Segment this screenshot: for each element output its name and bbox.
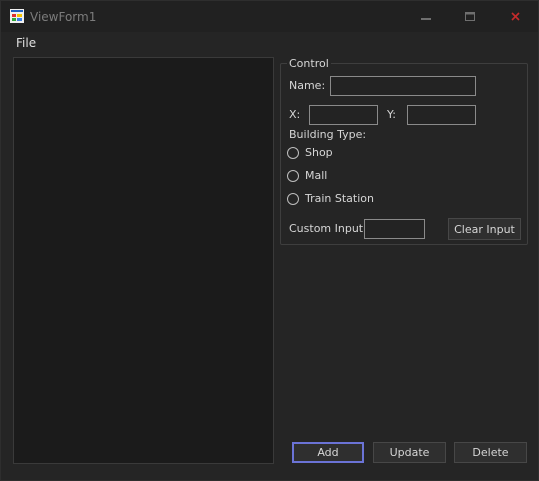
name-input[interactable] (330, 76, 476, 96)
window-title: ViewForm1 (30, 10, 97, 24)
control-group-legend: Control (287, 57, 331, 70)
menu-bar: File (1, 32, 538, 54)
radio-shop[interactable] (287, 147, 299, 159)
building-type-label: Building Type: (289, 128, 367, 141)
name-label: Name: (289, 79, 326, 92)
x-input[interactable] (309, 105, 378, 125)
close-button[interactable] (492, 1, 538, 32)
title-bar[interactable]: ViewForm1 (1, 1, 538, 32)
radio-mall-label[interactable]: Mall (305, 169, 327, 182)
app-icon (10, 9, 24, 23)
maximize-button[interactable] (447, 1, 493, 32)
y-input[interactable] (407, 105, 476, 125)
y-label: Y: (387, 108, 396, 121)
radio-train-station-label[interactable]: Train Station (305, 192, 374, 205)
minimize-button[interactable] (403, 1, 449, 32)
main-window: ViewForm1 File Control Name: X: Y: Build… (0, 0, 539, 481)
maximize-icon (465, 11, 475, 21)
update-button[interactable]: Update (373, 442, 446, 463)
clear-input-button[interactable]: Clear Input (448, 218, 521, 240)
close-icon (510, 12, 520, 21)
custom-input-field[interactable] (364, 219, 425, 239)
radio-mall[interactable] (287, 170, 299, 182)
add-button[interactable]: Add (292, 442, 364, 463)
x-label: X: (289, 108, 301, 121)
custom-input-label: Custom Input: (289, 222, 367, 235)
radio-shop-label[interactable]: Shop (305, 146, 333, 159)
minimize-icon (421, 17, 431, 20)
building-list[interactable] (13, 57, 274, 464)
radio-train-station[interactable] (287, 193, 299, 205)
delete-button[interactable]: Delete (454, 442, 527, 463)
menu-file[interactable]: File (11, 36, 41, 50)
